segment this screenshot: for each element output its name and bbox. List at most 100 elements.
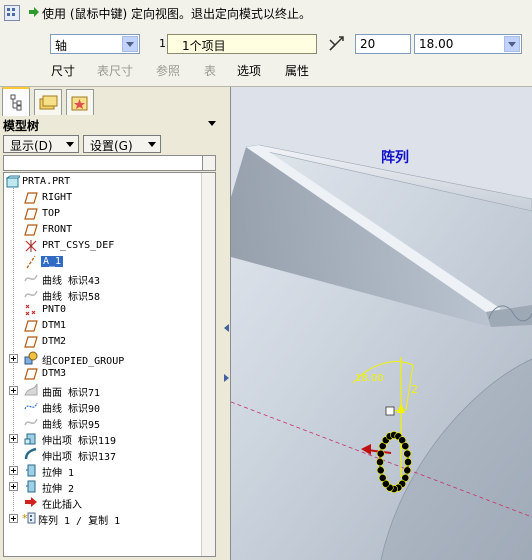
tree-item[interactable]: 伸出项 标识137 xyxy=(4,446,204,463)
tree-item[interactable]: RIGHT xyxy=(4,190,204,206)
tree-item[interactable]: * 阵列 1 / 复制 1 xyxy=(4,510,204,527)
expand-right-icon[interactable] xyxy=(223,373,230,383)
member-count-input[interactable]: 20 xyxy=(355,34,411,54)
panel-splitter[interactable] xyxy=(222,87,231,560)
tree-item-label: 组COPIED_GROUP xyxy=(42,356,125,367)
message-text: 使用 (鼠标中键) 定向视图。退出定向模式以终止。 xyxy=(42,7,311,21)
pattern-member-dot xyxy=(404,458,412,466)
tab-table-dimensions[interactable]: 表尺寸 xyxy=(97,62,133,79)
tree-item-label: A_1 xyxy=(41,256,64,267)
tree-item[interactable]: DTM3 xyxy=(4,366,204,382)
expand-icon[interactable] xyxy=(9,434,18,443)
count-dimension-label[interactable]: 2 xyxy=(411,383,418,396)
tree-item-label: FRONT xyxy=(42,224,73,235)
tab-favorites[interactable] xyxy=(66,89,94,115)
tab-table[interactable]: 表 xyxy=(204,62,216,79)
datum-plane-icon xyxy=(24,368,38,380)
graphics-window[interactable]: 18.00 2 阵列 xyxy=(231,87,532,560)
reference-collector[interactable]: 1个项目 xyxy=(167,34,317,54)
part-icon xyxy=(6,175,20,188)
datum-plane-icon xyxy=(24,192,38,204)
tree-item-label: 伸出项 标识119 xyxy=(42,436,117,447)
tree-item-label: 在此插入 xyxy=(42,500,82,511)
tab-references[interactable]: 参照 xyxy=(156,62,180,79)
show-button[interactable]: 显示(D) xyxy=(3,135,79,153)
chevron-down-icon[interactable] xyxy=(504,36,520,52)
tree-item[interactable]: DTM2 xyxy=(4,334,204,350)
group-icon xyxy=(24,351,38,365)
feature-dashboard: 使用 (鼠标中键) 定向视图。退出定向模式以终止。 轴 1 1个项目 20 18… xyxy=(0,0,532,87)
flip-direction-icon[interactable] xyxy=(327,34,347,54)
tree-item[interactable]: TOP xyxy=(4,206,204,222)
tree-item[interactable]: 曲线 标识43 xyxy=(4,270,204,287)
tree-item-label: 曲线 标识58 xyxy=(42,292,101,303)
pattern-member-dot xyxy=(401,442,410,450)
chevron-down-icon xyxy=(148,142,156,147)
expand-icon[interactable] xyxy=(9,386,18,395)
tree-column-header[interactable] xyxy=(3,155,216,171)
pattern-member-dot xyxy=(376,458,384,466)
tree-item-label: 拉伸 1 xyxy=(42,468,75,479)
datum-plane-icon xyxy=(24,224,38,236)
pattern-member-dot xyxy=(376,466,385,475)
settings-button[interactable]: 设置(G) xyxy=(83,135,161,153)
tree-item-selected[interactable]: A_1 xyxy=(4,254,204,270)
curve-icon xyxy=(24,402,38,410)
tree-item-label: PNT0 xyxy=(42,304,67,315)
pattern-icon: * xyxy=(22,512,36,525)
navigator-panel: 模型树 显示(D) 设置(G) PRTA.PRT RIGHT TOP FRONT… xyxy=(0,87,223,560)
tree-item[interactable]: 拉伸 2 xyxy=(4,478,204,495)
tree-item-root[interactable]: PRTA.PRT xyxy=(4,174,204,190)
tree-item[interactable]: 组COPIED_GROUP xyxy=(4,350,204,367)
tree-item[interactable]: 曲线 标识90 xyxy=(4,398,204,415)
pattern-member-dot xyxy=(376,449,385,458)
collapse-left-icon[interactable] xyxy=(223,323,230,333)
expand-icon[interactable] xyxy=(9,482,18,491)
pattern-member-dot xyxy=(378,473,387,482)
tab-dimensions[interactable]: 尺寸 xyxy=(51,62,75,79)
reference-collector-value: 1个项目 xyxy=(182,39,226,53)
chevron-down-icon[interactable] xyxy=(122,36,138,52)
panel-menu-icon[interactable] xyxy=(208,121,216,126)
tree-item[interactable]: PNT0 xyxy=(4,302,204,318)
tab-options[interactable]: 选项 xyxy=(237,62,261,79)
tree-item[interactable]: 伸出项 标识119 xyxy=(4,430,204,447)
tree-item-label: 伸出项 标识137 xyxy=(42,452,117,463)
tree-item[interactable]: 曲线 标识95 xyxy=(4,414,204,431)
pattern-feature-icon[interactable] xyxy=(4,5,20,21)
tree-item-label: TOP xyxy=(42,208,61,219)
tree-item[interactable]: 曲线 标识58 xyxy=(4,286,204,303)
extrude-icon xyxy=(26,480,36,493)
settings-button-label: 设置(G) xyxy=(90,139,133,153)
tree-item[interactable]: 曲面 标识71 xyxy=(4,382,204,399)
chevron-down-icon xyxy=(66,142,74,147)
tree-item-label: 曲线 标识90 xyxy=(42,404,101,415)
member-count-value: 20 xyxy=(360,37,376,51)
tab-folder-browser[interactable] xyxy=(34,89,62,115)
tree-item-label: 曲线 标识95 xyxy=(42,420,101,431)
datum-plane-icon xyxy=(24,320,38,332)
tab-model-tree[interactable] xyxy=(2,87,30,116)
tree-scrollbar[interactable] xyxy=(201,173,215,556)
increment-dropdown[interactable]: 18.00 xyxy=(414,34,522,54)
tree-item[interactable]: 拉伸 1 xyxy=(4,462,204,479)
tab-properties[interactable]: 属性 xyxy=(285,62,309,79)
favorites-icon xyxy=(71,96,88,111)
expand-icon[interactable] xyxy=(9,466,18,475)
tree-item-label: 曲线 标识43 xyxy=(42,276,101,287)
model-tree: PRTA.PRT RIGHT TOP FRONT PRT_CSYS_DEF A_… xyxy=(3,172,216,557)
tree-item[interactable]: FRONT xyxy=(4,222,204,238)
expand-icon[interactable] xyxy=(9,354,18,363)
tree-item[interactable]: PRT_CSYS_DEF xyxy=(4,238,204,254)
tree-item-insert-here[interactable]: 在此插入 xyxy=(4,494,204,511)
tree-item[interactable]: DTM1 xyxy=(4,318,204,334)
csys-icon xyxy=(25,240,37,252)
viewport-title: 阵列 xyxy=(381,150,409,166)
pattern-type-dropdown[interactable]: 轴 xyxy=(50,34,140,54)
increment-value: 18.00 xyxy=(419,37,454,51)
insert-here-icon xyxy=(25,497,37,507)
surface-icon xyxy=(24,383,38,396)
tree-item-label: 曲面 标识71 xyxy=(42,388,101,399)
expand-icon[interactable] xyxy=(9,514,18,523)
angle-dimension-label[interactable]: 18.00 xyxy=(355,373,384,384)
